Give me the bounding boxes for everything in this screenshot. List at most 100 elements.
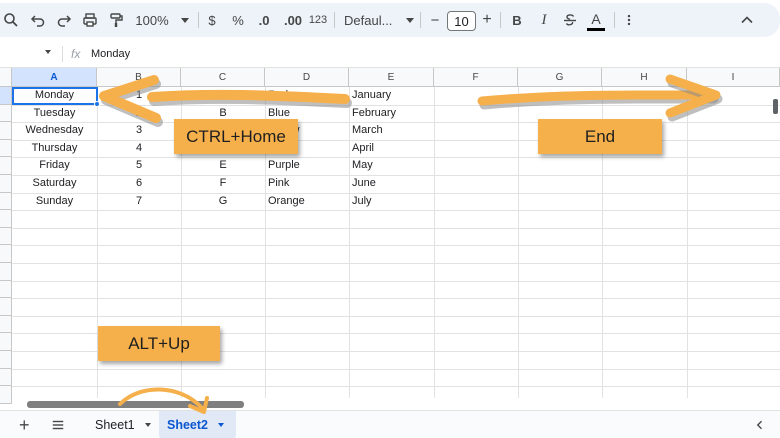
row-header[interactable] (0, 192, 12, 211)
undo-icon[interactable] (29, 3, 47, 37)
column-header[interactable]: I (687, 68, 780, 87)
cell[interactable]: April (349, 140, 434, 157)
cell[interactable]: Saturday (12, 175, 97, 192)
chevron-left-icon[interactable] (754, 411, 766, 438)
cell[interactable]: 7 (97, 193, 181, 210)
percent-button[interactable]: % (230, 3, 246, 37)
cell[interactable]: Tuesday (12, 105, 97, 122)
spreadsheet-window: 100% $ % .0 .00 123 Defaul... − 10 + B I… (0, 0, 780, 438)
column-header[interactable]: B (97, 68, 181, 87)
cell[interactable]: June (349, 175, 434, 192)
row-gridline (12, 280, 780, 282)
row-header[interactable] (0, 175, 12, 193)
select-all-corner[interactable] (0, 68, 12, 87)
increase-font-size-button[interactable]: + (480, 3, 494, 37)
cell[interactable]: A (181, 87, 265, 104)
zoom-select[interactable]: 100% (133, 3, 191, 37)
font-select[interactable]: Defaul... (344, 3, 415, 37)
toolbar-divider (334, 12, 335, 28)
cell[interactable]: Purple (265, 157, 349, 174)
cell[interactable]: Sunday (12, 193, 97, 210)
cell[interactable]: 4 (97, 140, 181, 157)
row-header[interactable] (0, 210, 12, 228)
cell[interactable]: 6 (97, 175, 181, 192)
column-header[interactable]: G (518, 68, 602, 87)
horizontal-scrollbar[interactable] (27, 401, 244, 408)
cell[interactable]: Thursday (12, 140, 97, 157)
cell[interactable]: 5 (97, 157, 181, 174)
cell[interactable]: Wednesday (12, 122, 97, 139)
column-header[interactable]: E (349, 68, 434, 87)
font-size-input[interactable]: 10 (447, 11, 476, 31)
cell[interactable]: March (349, 122, 434, 139)
row-header[interactable] (0, 157, 12, 175)
row-header[interactable] (0, 298, 12, 316)
row-header[interactable] (0, 139, 12, 158)
chevron-down-icon (406, 17, 415, 23)
row-header[interactable] (0, 87, 12, 105)
name-box-dropdown-icon[interactable] (45, 50, 51, 54)
cell[interactable]: Pink (265, 175, 349, 192)
cell[interactable]: Red (265, 87, 349, 104)
row-gridline (12, 245, 780, 247)
print-icon[interactable] (81, 3, 99, 37)
cell[interactable]: 2 (97, 105, 181, 122)
row-header[interactable] (0, 263, 12, 281)
collapse-toolbar-icon[interactable] (738, 3, 756, 37)
strikethrough-icon[interactable] (561, 3, 579, 37)
column-header[interactable]: F (434, 68, 518, 87)
column-header[interactable]: C (181, 68, 265, 87)
cell[interactable]: February (349, 105, 434, 122)
italic-button[interactable]: I (537, 3, 551, 37)
text-color-button[interactable]: A (586, 3, 606, 37)
row-header[interactable] (0, 280, 12, 299)
toolbar-divider (420, 12, 421, 28)
row-header[interactable] (0, 104, 12, 123)
cell[interactable]: July (349, 193, 434, 210)
number-format-button[interactable]: 123 (307, 3, 329, 37)
more-options-icon[interactable] (622, 3, 636, 37)
chevron-down-icon (218, 423, 224, 427)
cell[interactable]: Friday (12, 157, 97, 174)
cell[interactable]: Orange (265, 193, 349, 210)
row-header[interactable] (0, 315, 12, 334)
sheet-tab[interactable]: Sheet1 (87, 411, 159, 438)
cell[interactable]: G (181, 193, 265, 210)
row-gridline (12, 210, 780, 212)
cell[interactable]: 1 (97, 87, 181, 104)
row-header[interactable] (0, 122, 12, 140)
vertical-scrollbar[interactable] (773, 99, 778, 114)
decrease-decimal-button[interactable]: .0 (254, 3, 274, 37)
row-header[interactable] (0, 368, 12, 387)
row-header[interactable] (0, 386, 12, 404)
formula-input[interactable]: Monday (91, 48, 130, 60)
alt-up-callout: ALT+Up (98, 326, 220, 361)
search-icon[interactable] (2, 3, 20, 37)
zoom-value: 100% (135, 12, 169, 28)
currency-button[interactable]: $ (204, 3, 220, 37)
all-sheets-icon[interactable] (51, 411, 65, 438)
row-gridline (12, 298, 780, 300)
row-header[interactable] (0, 333, 12, 351)
cell[interactable]: 3 (97, 122, 181, 139)
column-gridline (687, 87, 688, 409)
row-header[interactable] (0, 351, 12, 369)
cell[interactable]: January (349, 87, 434, 104)
column-header[interactable]: D (265, 68, 349, 87)
cell[interactable]: May (349, 157, 434, 174)
decrease-font-size-button[interactable]: − (428, 3, 442, 37)
end-callout: End (538, 119, 662, 154)
add-sheet-icon[interactable]: + (19, 411, 30, 438)
bold-button[interactable]: B (510, 3, 524, 37)
column-header[interactable]: A (12, 68, 97, 87)
sheet-tab-active[interactable]: Sheet2 (159, 411, 236, 438)
row-header[interactable] (0, 245, 12, 263)
row-header[interactable] (0, 227, 12, 246)
cell[interactable]: E (181, 157, 265, 174)
column-header[interactable]: H (602, 68, 687, 87)
redo-icon[interactable] (55, 3, 73, 37)
cell[interactable]: F (181, 175, 265, 192)
fill-handle[interactable] (94, 101, 100, 107)
paint-format-icon[interactable] (107, 3, 125, 37)
increase-decimal-button[interactable]: .00 (281, 3, 305, 37)
